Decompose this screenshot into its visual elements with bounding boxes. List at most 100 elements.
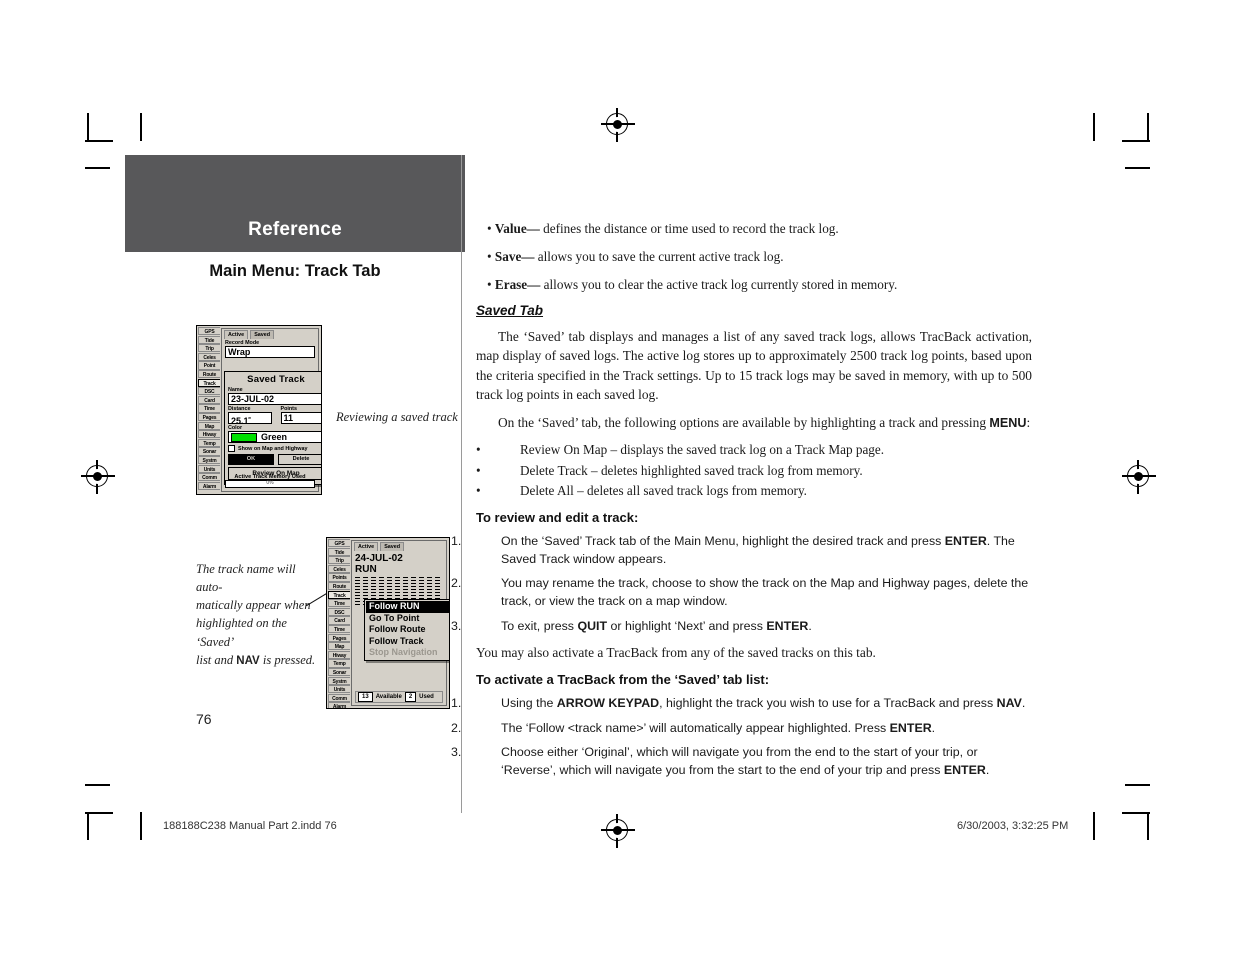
crop-mark (1125, 167, 1150, 169)
gps-side-tab[interactable]: Pages (198, 412, 220, 422)
gps-side-tab[interactable]: GPS (198, 327, 220, 336)
gps-side-tab[interactable]: Map (198, 421, 220, 430)
gps-side-tab[interactable]: Celes (328, 564, 350, 574)
gps-side-tab[interactable]: Units (198, 464, 220, 473)
crop-mark (85, 784, 110, 786)
gps-side-tab-track-selected[interactable]: Track (328, 590, 350, 599)
delete-button[interactable]: Delete (278, 454, 321, 465)
bullet-term: Erase— (494, 276, 541, 292)
gps-side-tab[interactable]: Temp (328, 659, 350, 668)
gps-side-tab[interactable]: Comm (328, 693, 350, 702)
step-text: Choose either ‘Original’, which will nav… (501, 745, 978, 777)
gps-side-tab[interactable]: DSC (328, 607, 350, 617)
column-divider (461, 155, 462, 813)
show-on-map-row[interactable]: Show on Map and Highway (225, 444, 321, 453)
gps-side-tab[interactable]: Comm (198, 473, 220, 482)
gps-side-tab[interactable]: GPS (328, 539, 350, 548)
gps-side-tab[interactable]: Time (328, 599, 350, 608)
gps-side-tab-track-selected[interactable]: Track (198, 378, 220, 387)
gps-side-tab[interactable]: Route (198, 369, 220, 379)
ok-button[interactable]: OK (228, 454, 274, 465)
gps-side-tab[interactable]: Temp (198, 438, 220, 448)
gps-side-tab[interactable]: Time (198, 404, 220, 413)
caption-nav-key: NAV (236, 654, 260, 667)
gps-side-tab[interactable]: Sonar (198, 447, 220, 456)
used-count: 2 (404, 692, 417, 702)
key-enter: ENTER (766, 618, 809, 633)
show-on-map-label: Show on Map and Highway (238, 445, 308, 452)
gps-tab-active[interactable]: Active (224, 330, 249, 339)
dialog-button-row: OK Delete (225, 453, 321, 466)
gps-side-tab[interactable]: Trip (198, 344, 220, 353)
color-field[interactable]: Green (228, 431, 321, 443)
gps-side-tab[interactable]: Card (198, 395, 220, 405)
step-text: , highlight the track you wish to use fo… (659, 696, 997, 711)
gps-side-tab-list: GPS Tide Trip Celes Point Route Track DS… (197, 326, 221, 494)
gps-side-tab[interactable]: Systm (198, 455, 220, 465)
gps-side-tab[interactable]: Point (198, 361, 220, 370)
used-label: Used (419, 694, 434, 700)
bullet-text: allows you to save the current active tr… (534, 248, 784, 264)
gps-top-tabs: Active Saved (222, 329, 318, 339)
step-item: 1. On the ‘Saved’ Track tab of the Main M… (451, 533, 1032, 568)
paragraph-menu-options-intro: On the ‘Saved’ tab, the following option… (476, 413, 1032, 433)
crop-mark (140, 113, 142, 141)
gps-side-tab[interactable]: Sonar (328, 667, 350, 677)
gps-side-tab[interactable]: Tide (328, 547, 350, 556)
step-number: 3. (451, 745, 462, 760)
record-mode-label: Record Mode (225, 340, 260, 346)
bullet-term: Value— (494, 221, 540, 236)
gps-tab-saved-selected[interactable]: Saved (380, 542, 405, 551)
gps-side-tab[interactable]: Celes (198, 352, 220, 362)
gps-side-tab[interactable]: Card (328, 616, 350, 625)
gps-content-panel: Active Saved Record Mode Wrap Saved Trac… (221, 328, 321, 492)
option-delete-track: • Delete Track – deletes highlighted save… (476, 462, 863, 478)
crop-mark (87, 113, 89, 141)
gps-side-tab[interactable]: Route (328, 581, 350, 591)
registration-mark-right (1122, 460, 1156, 494)
crop-mark (87, 812, 89, 840)
key-nav: NAV (996, 696, 1022, 711)
saved-track-item[interactable]: 24-JUL-02 (352, 551, 446, 564)
distance-value: 25.1 (231, 416, 249, 424)
available-count: 13 (358, 692, 373, 702)
gps-side-tab[interactable]: Time (328, 624, 350, 634)
caption-line-1: The track name will auto- (196, 562, 296, 595)
bullet-term: Save— (494, 248, 535, 264)
bullet-text: defines the distance or time used to rec… (539, 221, 839, 236)
step-number: 2. (451, 720, 462, 735)
menu-item-follow-route[interactable]: Follow Route (366, 624, 449, 636)
gps-side-tab[interactable]: Hiway (328, 650, 350, 660)
key-enter: ENTER (944, 534, 987, 549)
gps-side-tab[interactable]: Alarm (198, 481, 220, 490)
gps-side-tab[interactable]: Map (328, 642, 350, 651)
nav-context-menu: Follow RUN Go To Point Follow Route Foll… (364, 599, 449, 661)
gps-side-tab[interactable]: Units (328, 685, 350, 694)
step-text: To exit, press (501, 618, 578, 633)
gps-tab-saved-selected[interactable]: Saved (250, 330, 275, 339)
gps-side-tab[interactable]: Hiway (198, 430, 220, 439)
name-field[interactable]: 23-JUL-02 (228, 393, 321, 405)
menu-item-follow-track[interactable]: Follow Track (366, 636, 449, 648)
caption-line-4c: is pressed. (259, 652, 316, 667)
gps-side-tab[interactable]: DSC (198, 387, 220, 396)
gps-side-tab[interactable]: Alarm (328, 702, 350, 708)
gps-side-tab[interactable]: Points (328, 573, 350, 582)
key-arrow-keypad: ARROW KEYPAD (556, 696, 660, 711)
step-text: . (1021, 696, 1026, 711)
gps-side-tab[interactable]: Trip (328, 556, 350, 565)
footer-timestamp: 6/30/2003, 3:32:25 PM (957, 820, 1069, 832)
crop-mark (85, 812, 113, 814)
saved-track-item[interactable]: RUN (352, 564, 446, 575)
record-mode-value[interactable]: Wrap (225, 346, 315, 358)
empty-slot (355, 583, 443, 584)
menu-item-follow-run[interactable]: Follow RUN (366, 601, 449, 613)
gps-side-tab[interactable]: Tide (198, 335, 220, 344)
show-on-map-checkbox[interactable] (228, 445, 235, 452)
menu-item-go-to-point[interactable]: Go To Point (366, 613, 449, 625)
howto-heading-activate-tracback: To activate a TracBack from the ‘Saved’ … (476, 672, 770, 688)
gps-side-tab[interactable]: Systm (328, 676, 350, 685)
step-item: 3. Choose either ‘Original’, which will n… (451, 744, 1032, 779)
gps-tab-active[interactable]: Active (354, 542, 379, 551)
gps-side-tab[interactable]: Pages (328, 633, 350, 642)
